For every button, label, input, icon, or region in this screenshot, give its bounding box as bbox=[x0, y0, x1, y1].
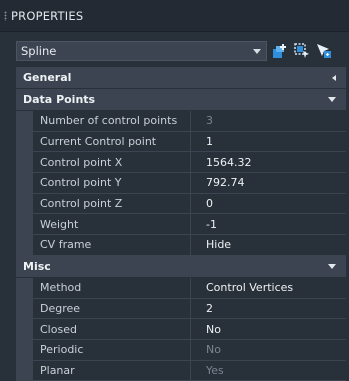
category-misc[interactable]: Misc bbox=[16, 255, 346, 278]
select-objects-button[interactable] bbox=[293, 42, 311, 60]
grip-icon[interactable] bbox=[4, 10, 7, 21]
property-name: Degree bbox=[33, 298, 191, 319]
property-row-cv-frame[interactable]: CV frame Hide bbox=[16, 235, 346, 256]
property-value[interactable]: Control Vertices bbox=[191, 278, 346, 298]
property-value[interactable]: 1564.32 bbox=[191, 152, 346, 172]
category-label: Misc bbox=[23, 259, 51, 273]
property-value: 3 bbox=[206, 114, 213, 128]
object-type-dropdown[interactable]: Spline bbox=[16, 41, 267, 61]
property-name: Control point Y bbox=[33, 173, 191, 193]
property-row-control-point-x[interactable]: Control point X 1564.32 bbox=[16, 152, 346, 174]
property-row-current-control-point[interactable]: Current Control point 1 bbox=[16, 131, 346, 153]
property-row-planar: Planar Yes bbox=[16, 360, 346, 381]
chevron-down-icon bbox=[253, 48, 261, 54]
property-row-closed[interactable]: Closed No bbox=[16, 319, 346, 340]
property-name: Current Control point bbox=[33, 131, 191, 152]
property-grid: General Data Points Number of control po… bbox=[16, 67, 346, 381]
selector-row: Spline bbox=[16, 40, 346, 62]
property-row-control-point-z[interactable]: Control point Z 0 bbox=[16, 193, 346, 215]
property-value: No bbox=[206, 343, 221, 357]
palette-title: PROPERTIES bbox=[11, 8, 84, 23]
property-value[interactable]: 792.74 bbox=[191, 173, 346, 193]
property-row-weight[interactable]: Weight -1 bbox=[16, 214, 346, 236]
property-row-periodic: Periodic No bbox=[16, 339, 346, 361]
quick-select-button[interactable] bbox=[315, 42, 333, 60]
property-value[interactable]: 0 bbox=[191, 194, 346, 214]
property-name: Control point X bbox=[33, 152, 191, 173]
property-name: Weight bbox=[33, 214, 191, 235]
object-type-value: Spline bbox=[21, 44, 57, 58]
property-row-degree[interactable]: Degree 2 bbox=[16, 298, 346, 320]
property-name: Periodic bbox=[33, 339, 191, 360]
toggle-pickadd-button[interactable] bbox=[271, 42, 289, 60]
property-name: Planar bbox=[33, 360, 191, 381]
property-name: Closed bbox=[33, 319, 191, 339]
property-row-method[interactable]: Method Control Vertices bbox=[16, 277, 346, 299]
select-objects-icon bbox=[294, 43, 309, 58]
property-value: Yes bbox=[206, 363, 224, 377]
property-value[interactable]: Hide bbox=[191, 235, 346, 255]
property-row-number-of-control-points: Number of control points 3 bbox=[16, 111, 346, 132]
property-name: Method bbox=[33, 277, 191, 298]
toggle-pickadd-icon bbox=[273, 44, 286, 58]
property-value[interactable]: -1 bbox=[191, 214, 346, 234]
category-label: General bbox=[23, 71, 72, 84]
property-value[interactable]: 2 bbox=[191, 299, 346, 319]
category-data-points[interactable]: Data Points bbox=[16, 89, 346, 111]
property-row-control-point-y[interactable]: Control point Y 792.74 bbox=[16, 173, 346, 194]
property-name: Number of control points bbox=[33, 111, 191, 131]
chevron-down-icon bbox=[328, 97, 336, 102]
property-name: CV frame bbox=[33, 235, 191, 255]
chevron-left-icon bbox=[332, 74, 336, 81]
chevron-down-icon bbox=[328, 263, 336, 269]
property-value[interactable]: 1 bbox=[191, 132, 346, 152]
category-label: Data Points bbox=[23, 93, 96, 106]
property-value[interactable]: No bbox=[191, 319, 346, 339]
category-general[interactable]: General bbox=[16, 67, 346, 89]
palette-title-bar[interactable]: PROPERTIES bbox=[0, 0, 349, 32]
quick-select-icon bbox=[317, 44, 331, 58]
property-name: Control point Z bbox=[33, 193, 191, 214]
properties-palette: PROPERTIES Spline General Data Points Nu… bbox=[0, 0, 349, 381]
